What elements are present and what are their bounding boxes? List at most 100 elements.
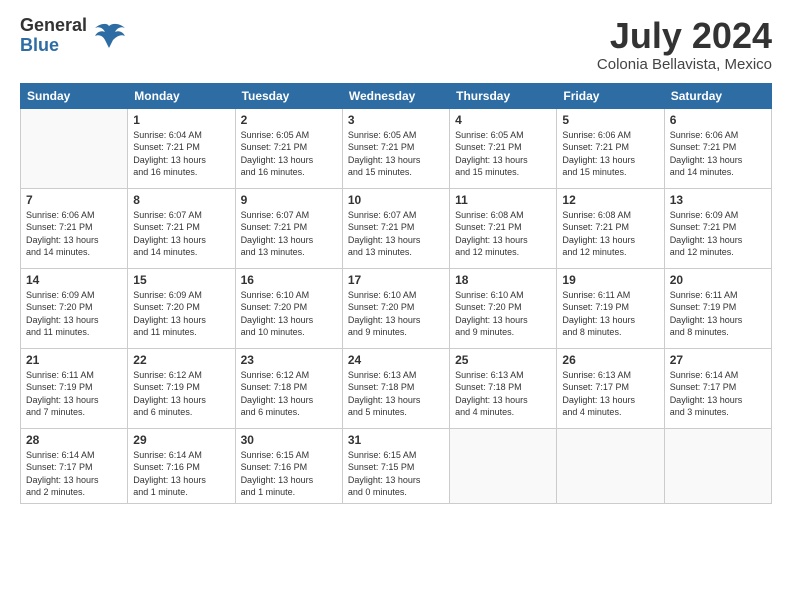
day-info: Sunrise: 6:15 AMSunset: 7:16 PMDaylight:…: [241, 449, 337, 499]
day-info: Sunrise: 6:06 AMSunset: 7:21 PMDaylight:…: [670, 129, 766, 179]
day-number: 16: [241, 273, 337, 287]
table-row: 14 Sunrise: 6:09 AMSunset: 7:20 PMDayligh…: [21, 268, 128, 348]
logo-blue: Blue: [20, 35, 59, 55]
col-sunday: Sunday: [21, 83, 128, 108]
day-number: 4: [455, 113, 551, 127]
day-number: 21: [26, 353, 122, 367]
table-row: 29 Sunrise: 6:14 AMSunset: 7:16 PMDayligh…: [128, 428, 235, 503]
table-row: 26 Sunrise: 6:13 AMSunset: 7:17 PMDayligh…: [557, 348, 664, 428]
day-number: 11: [455, 193, 551, 207]
day-number: 6: [670, 113, 766, 127]
day-number: 2: [241, 113, 337, 127]
table-row: 24 Sunrise: 6:13 AMSunset: 7:18 PMDayligh…: [342, 348, 449, 428]
day-number: 22: [133, 353, 229, 367]
table-row: 9Sunrise: 6:07 AMSunset: 7:21 PMDaylight…: [235, 188, 342, 268]
day-number: 20: [670, 273, 766, 287]
day-number: 14: [26, 273, 122, 287]
day-number: 1: [133, 113, 229, 127]
table-row: 8 Sunrise: 6:07 AMSunset: 7:21 PMDaylight…: [128, 188, 235, 268]
day-info: Sunrise: 6:07 AMSunset: 7:21 PMDaylight:…: [241, 209, 337, 259]
day-info: Sunrise: 6:11 AMSunset: 7:19 PMDaylight:…: [26, 369, 122, 419]
calendar-table: Sunday Monday Tuesday Wednesday Thursday…: [20, 83, 772, 504]
col-tuesday: Tuesday: [235, 83, 342, 108]
day-number: 12: [562, 193, 658, 207]
col-monday: Monday: [128, 83, 235, 108]
day-info: Sunrise: 6:05 AMSunset: 7:21 PMDaylight:…: [455, 129, 551, 179]
day-number: 25: [455, 353, 551, 367]
day-number: 7: [26, 193, 122, 207]
day-number: 17: [348, 273, 444, 287]
table-row: 10 Sunrise: 6:07 AMSunset: 7:21 PMDayligh…: [342, 188, 449, 268]
table-row: 4 Sunrise: 6:05 AMSunset: 7:21 PMDaylight…: [450, 108, 557, 188]
day-info: Sunrise: 6:08 AMSunset: 7:21 PMDaylight:…: [562, 209, 658, 259]
day-number: 24: [348, 353, 444, 367]
day-info: Sunrise: 6:09 AMSunset: 7:20 PMDaylight:…: [26, 289, 122, 339]
day-number: 26: [562, 353, 658, 367]
day-info: Sunrise: 6:12 AMSunset: 7:19 PMDaylight:…: [133, 369, 229, 419]
table-row: [664, 428, 771, 503]
day-number: 5: [562, 113, 658, 127]
day-info: Sunrise: 6:14 AMSunset: 7:17 PMDaylight:…: [26, 449, 122, 499]
col-thursday: Thursday: [450, 83, 557, 108]
logo-general: General: [20, 15, 87, 35]
day-info: Sunrise: 6:13 AMSunset: 7:18 PMDaylight:…: [455, 369, 551, 419]
table-row: 21 Sunrise: 6:11 AMSunset: 7:19 PMDayligh…: [21, 348, 128, 428]
month-title: July 2024: [597, 16, 772, 56]
day-info: Sunrise: 6:07 AMSunset: 7:21 PMDaylight:…: [348, 209, 444, 259]
day-info: Sunrise: 6:10 AMSunset: 7:20 PMDaylight:…: [241, 289, 337, 339]
day-info: Sunrise: 6:13 AMSunset: 7:18 PMDaylight:…: [348, 369, 444, 419]
day-number: 18: [455, 273, 551, 287]
table-row: 15Sunrise: 6:09 AMSunset: 7:20 PMDayligh…: [128, 268, 235, 348]
page: General Blue July 2024 Colonia Bellavist…: [0, 0, 792, 612]
header: General Blue July 2024 Colonia Bellavist…: [20, 16, 772, 73]
table-row: 22 Sunrise: 6:12 AMSunset: 7:19 PMDayligh…: [128, 348, 235, 428]
title-block: July 2024 Colonia Bellavista, Mexico: [597, 16, 772, 73]
location: Colonia Bellavista, Mexico: [597, 56, 772, 73]
day-number: 13: [670, 193, 766, 207]
day-info: Sunrise: 6:12 AMSunset: 7:18 PMDaylight:…: [241, 369, 337, 419]
day-info: Sunrise: 6:09 AMSunset: 7:21 PMDaylight:…: [670, 209, 766, 259]
day-number: 19: [562, 273, 658, 287]
table-row: 3 Sunrise: 6:05 AMSunset: 7:21 PMDaylight…: [342, 108, 449, 188]
col-friday: Friday: [557, 83, 664, 108]
day-number: 31: [348, 433, 444, 447]
table-row: 25 Sunrise: 6:13 AMSunset: 7:18 PMDayligh…: [450, 348, 557, 428]
table-row: 13 Sunrise: 6:09 AMSunset: 7:21 PMDayligh…: [664, 188, 771, 268]
table-row: 20 Sunrise: 6:11 AMSunset: 7:19 PMDayligh…: [664, 268, 771, 348]
day-info: Sunrise: 6:14 AMSunset: 7:16 PMDaylight:…: [133, 449, 229, 499]
day-info: Sunrise: 6:06 AMSunset: 7:21 PMDaylight:…: [562, 129, 658, 179]
day-info: Sunrise: 6:13 AMSunset: 7:17 PMDaylight:…: [562, 369, 658, 419]
table-row: 1 Sunrise: 6:04 AMSunset: 7:21 PMDaylight…: [128, 108, 235, 188]
day-info: Sunrise: 6:11 AMSunset: 7:19 PMDaylight:…: [670, 289, 766, 339]
day-number: 30: [241, 433, 337, 447]
col-saturday: Saturday: [664, 83, 771, 108]
day-info: Sunrise: 6:14 AMSunset: 7:17 PMDaylight:…: [670, 369, 766, 419]
logo: General Blue: [20, 16, 127, 56]
table-row: [557, 428, 664, 503]
table-row: 17Sunrise: 6:10 AMSunset: 7:20 PMDayligh…: [342, 268, 449, 348]
table-row: 31 Sunrise: 6:15 AMSunset: 7:15 PMDayligh…: [342, 428, 449, 503]
day-number: 3: [348, 113, 444, 127]
logo-bird-icon: [91, 18, 127, 54]
day-info: Sunrise: 6:15 AMSunset: 7:15 PMDaylight:…: [348, 449, 444, 499]
table-row: 2Sunrise: 6:05 AMSunset: 7:21 PMDaylight…: [235, 108, 342, 188]
table-row: 5 Sunrise: 6:06 AMSunset: 7:21 PMDaylight…: [557, 108, 664, 188]
table-row: 18Sunrise: 6:10 AMSunset: 7:20 PMDayligh…: [450, 268, 557, 348]
day-number: 23: [241, 353, 337, 367]
day-info: Sunrise: 6:05 AMSunset: 7:21 PMDaylight:…: [348, 129, 444, 179]
table-row: 16 Sunrise: 6:10 AMSunset: 7:20 PMDayligh…: [235, 268, 342, 348]
table-row: [21, 108, 128, 188]
table-row: [450, 428, 557, 503]
day-number: 8: [133, 193, 229, 207]
day-number: 10: [348, 193, 444, 207]
table-row: 23 Sunrise: 6:12 AMSunset: 7:18 PMDayligh…: [235, 348, 342, 428]
day-info: Sunrise: 6:08 AMSunset: 7:21 PMDaylight:…: [455, 209, 551, 259]
day-info: Sunrise: 6:07 AMSunset: 7:21 PMDaylight:…: [133, 209, 229, 259]
table-row: 30 Sunrise: 6:15 AMSunset: 7:16 PMDayligh…: [235, 428, 342, 503]
day-number: 27: [670, 353, 766, 367]
calendar-header-row: Sunday Monday Tuesday Wednesday Thursday…: [21, 83, 772, 108]
day-info: Sunrise: 6:04 AMSunset: 7:21 PMDaylight:…: [133, 129, 229, 179]
day-number: 29: [133, 433, 229, 447]
col-wednesday: Wednesday: [342, 83, 449, 108]
table-row: 6 Sunrise: 6:06 AMSunset: 7:21 PMDaylight…: [664, 108, 771, 188]
